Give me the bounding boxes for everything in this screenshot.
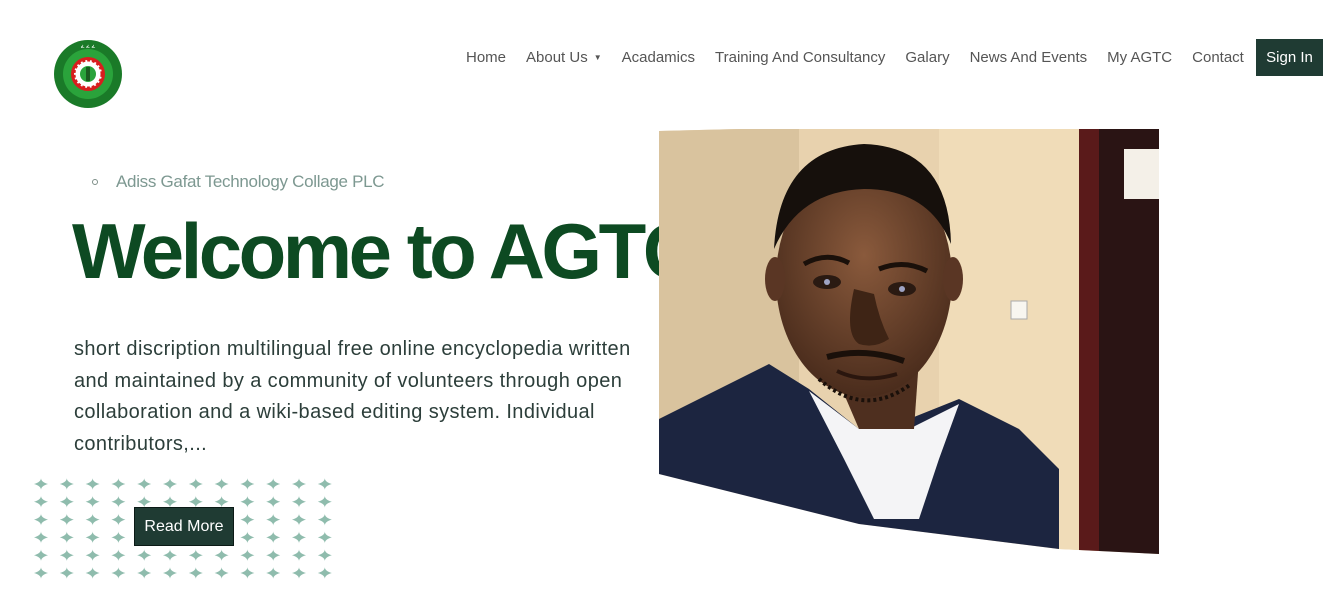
- pattern-dot: [292, 567, 306, 579]
- pattern-dot: [137, 495, 152, 508]
- pattern-dot: [85, 478, 100, 490]
- pattern-dot: [34, 513, 48, 526]
- pattern-dot: [34, 567, 48, 579]
- pattern-dot: [85, 567, 100, 579]
- pattern-dot: [266, 549, 281, 562]
- pattern-dot: [266, 531, 281, 544]
- nav-label: Contact: [1192, 49, 1244, 66]
- pattern-dot: [59, 549, 74, 562]
- pattern-dot: [317, 513, 332, 526]
- nav-item-about-us[interactable]: About Us ▼: [516, 49, 612, 66]
- svg-text:ፈ ፈ ፈ: ፈ ፈ ፈ: [81, 44, 96, 50]
- nav-item-contact[interactable]: Contact: [1182, 49, 1254, 66]
- pattern-dot: [111, 513, 126, 526]
- pattern-dot: [34, 495, 48, 508]
- bullet-icon: [92, 179, 98, 185]
- pattern-dot: [137, 567, 152, 579]
- pattern-dot: [85, 549, 100, 562]
- pattern-dot: [34, 531, 48, 544]
- pattern-dot: [292, 531, 306, 544]
- nav-label: News And Events: [969, 49, 1088, 66]
- pattern-dot: [163, 549, 177, 562]
- pattern-dot: [317, 495, 332, 508]
- pattern-dot: [317, 549, 332, 562]
- pattern-dot: [111, 531, 126, 544]
- pattern-dot: [214, 478, 229, 490]
- pattern-dot: [214, 549, 229, 562]
- pattern-dot: [111, 495, 126, 508]
- pattern-dot: [85, 513, 100, 526]
- nav-label: Training And Consultancy: [715, 49, 886, 66]
- read-more-button[interactable]: Read More: [134, 507, 234, 546]
- pattern-dot: [163, 567, 177, 579]
- hero-description: short discription multilingual free onli…: [74, 338, 631, 455]
- pattern-dot: [59, 531, 74, 544]
- pattern-dot: [59, 567, 74, 579]
- pattern-dot: [266, 513, 281, 526]
- pattern-dot: [292, 513, 306, 526]
- pattern-dot: [137, 549, 152, 562]
- caret-down-icon: ▼: [593, 53, 602, 62]
- sign-in-button[interactable]: Sign In: [1256, 39, 1323, 76]
- nav-item-acadamics[interactable]: Acadamics: [612, 49, 705, 66]
- pattern-dot: [188, 495, 203, 508]
- pattern-dot: [317, 478, 332, 490]
- pattern-dot: [240, 478, 255, 490]
- pattern-dot: [163, 495, 177, 508]
- pattern-dot: [266, 567, 281, 579]
- nav-item-my-agtc[interactable]: My AGTC: [1097, 49, 1182, 66]
- pattern-dot: [266, 478, 281, 490]
- pattern-dot: [34, 549, 48, 562]
- main-nav: Home About Us ▼ Acadamics Training And Co…: [456, 39, 1254, 76]
- pattern-dot: [85, 531, 100, 544]
- pattern-dot: [111, 478, 126, 490]
- pattern-dot: [214, 567, 229, 579]
- pattern-dot: [111, 567, 126, 579]
- agtc-seal-icon: ፈ ፈ ፈ: [54, 40, 122, 108]
- agtc-logo[interactable]: ፈ ፈ ፈ: [53, 39, 123, 109]
- pattern-dot: [240, 567, 255, 579]
- pattern-dot: [59, 478, 74, 490]
- pattern-dot: [188, 478, 203, 490]
- pattern-dot: [34, 478, 48, 490]
- nav-item-home[interactable]: Home: [456, 49, 516, 66]
- eyebrow-text: Adiss Gafat Technology Collage PLC: [116, 172, 385, 191]
- pattern-dot: [266, 495, 281, 508]
- hero-photo: [659, 129, 1159, 554]
- pattern-dot: [188, 549, 203, 562]
- nav-item-training[interactable]: Training And Consultancy: [705, 49, 895, 66]
- nav-label: My AGTC: [1107, 49, 1173, 66]
- pattern-dot: [292, 549, 306, 562]
- pattern-dot: [85, 495, 100, 508]
- nav-item-galary[interactable]: Galary: [895, 49, 959, 66]
- hero-eyebrow: Adiss Gafat Technology Collage PLC: [92, 172, 385, 192]
- nav-item-news-events[interactable]: News And Events: [960, 49, 1098, 66]
- pattern-dot: [240, 495, 255, 508]
- pattern-dot: [59, 513, 74, 526]
- pattern-dot: [137, 478, 152, 490]
- nav-label: Acadamics: [621, 49, 695, 66]
- hero-title: Welcome to AGTC: [72, 207, 699, 295]
- pattern-dot: [240, 531, 255, 544]
- nav-label: Home: [466, 49, 507, 66]
- pattern-dot: [240, 549, 255, 562]
- pattern-dot: [59, 495, 74, 508]
- pattern-dot: [292, 495, 306, 508]
- pattern-dot: [317, 531, 332, 544]
- pattern-dot: [188, 567, 203, 579]
- pattern-dot: [111, 549, 126, 562]
- pattern-dot: [317, 567, 332, 579]
- pattern-dot: [292, 478, 306, 490]
- pattern-dot: [214, 495, 229, 508]
- pattern-dot: [240, 513, 255, 526]
- nav-label: Galary: [905, 49, 950, 66]
- pattern-dot: [163, 478, 177, 490]
- nav-label: About Us: [526, 49, 588, 66]
